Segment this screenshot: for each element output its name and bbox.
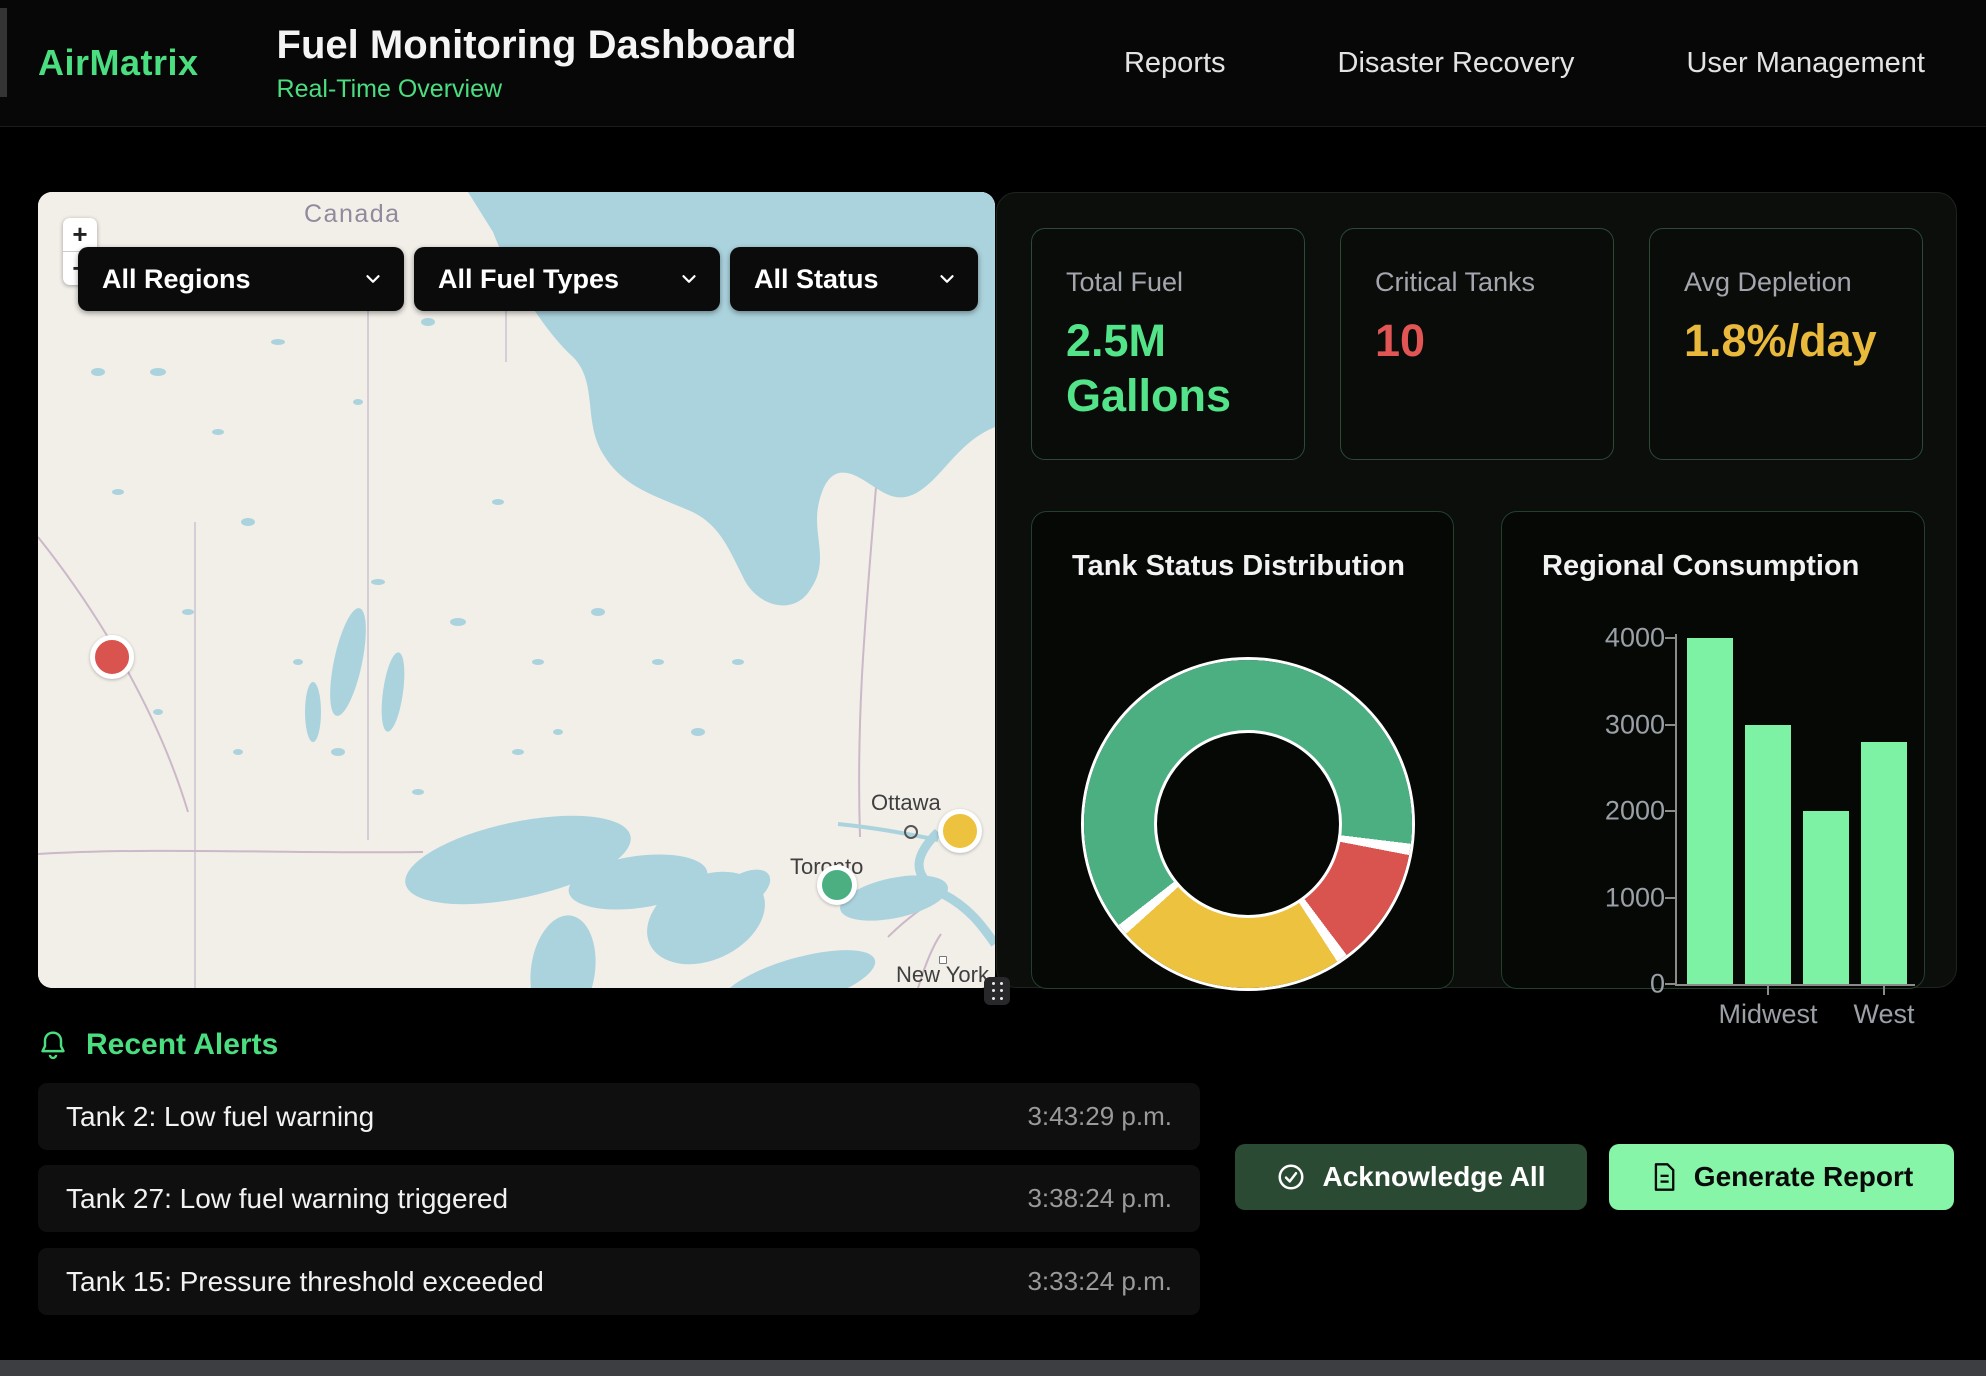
alert-text: Tank 27: Low fuel warning triggered <box>66 1183 508 1215</box>
map-marker-normal[interactable] <box>817 865 857 905</box>
chevron-down-icon <box>936 268 958 290</box>
recent-alerts-header: Recent Alerts <box>38 1028 278 1062</box>
y-tick-label: 1000 <box>1577 882 1665 913</box>
stat-label: Avg Depletion <box>1684 267 1888 298</box>
chevron-down-icon <box>362 268 384 290</box>
town-dot <box>904 825 918 839</box>
stat-value: 1.8%/day <box>1684 314 1888 369</box>
stat-card-total-fuel: Total Fuel 2.5M Gallons <box>1031 228 1305 460</box>
y-tick-mark <box>1665 897 1676 899</box>
tank-status-donut-chart <box>1084 660 1412 988</box>
y-tick-label: 2000 <box>1577 796 1665 827</box>
donut-chart-title: Tank Status Distribution <box>1072 550 1405 583</box>
generate-report-button[interactable]: Generate Report <box>1609 1144 1954 1210</box>
chevron-down-icon <box>678 268 700 290</box>
x-tick-mark <box>1767 986 1769 995</box>
map-label-ottawa: Ottawa <box>871 790 941 816</box>
regional-consumption-bar-chart: 01000200030004000MidwestWest <box>1502 512 1924 988</box>
alert-row[interactable]: Tank 2: Low fuel warning 3:43:29 p.m. <box>38 1083 1200 1150</box>
alert-timestamp: 3:38:24 p.m. <box>1027 1183 1172 1214</box>
map-filters: All Regions All Fuel Types All Status <box>78 247 978 311</box>
y-tick-mark <box>1665 810 1676 812</box>
page-title: Fuel Monitoring Dashboard <box>277 23 797 68</box>
map-label-new-york: New York <box>896 962 989 988</box>
nav-disaster-recovery[interactable]: Disaster Recovery <box>1338 47 1575 80</box>
map-marker-critical[interactable] <box>90 635 134 679</box>
main-nav: Reports Disaster Recovery User Management <box>1124 47 1925 80</box>
nav-reports[interactable]: Reports <box>1124 47 1226 80</box>
alert-row[interactable]: Tank 15: Pressure threshold exceeded 3:33… <box>38 1248 1200 1315</box>
stat-card-avg-depletion: Avg Depletion 1.8%/day <box>1649 228 1923 460</box>
page-subtitle: Real-Time Overview <box>277 75 797 104</box>
regional-consumption-panel: Regional Consumption 01000200030004000Mi… <box>1501 511 1925 989</box>
filter-all-regions[interactable]: All Regions <box>78 247 404 311</box>
app-header: AirMatrix Fuel Monitoring Dashboard Real… <box>0 0 1986 127</box>
report-file-icon <box>1650 1162 1678 1192</box>
acknowledge-all-button[interactable]: Acknowledge All <box>1235 1144 1587 1210</box>
y-tick-mark <box>1665 983 1676 985</box>
stat-label: Total Fuel <box>1066 267 1270 298</box>
filter-label: All Status <box>754 264 879 295</box>
y-tick-label: 4000 <box>1577 623 1665 654</box>
y-tick-label: 3000 <box>1577 709 1665 740</box>
brand-logo: AirMatrix <box>38 42 199 84</box>
filter-label: All Fuel Types <box>438 264 619 295</box>
alert-timestamp: 3:43:29 p.m. <box>1027 1101 1172 1132</box>
stat-label: Critical Tanks <box>1375 267 1579 298</box>
alert-text: Tank 2: Low fuel warning <box>66 1101 374 1133</box>
bottom-scrollbar-strip[interactable] <box>0 1360 1986 1376</box>
y-tick-label: 0 <box>1577 969 1665 1000</box>
x-axis-line <box>1675 984 1915 986</box>
bar-west <box>1861 742 1907 984</box>
bar-region-3 <box>1803 811 1849 984</box>
generate-report-label: Generate Report <box>1694 1161 1913 1193</box>
bar-midwest <box>1745 725 1791 985</box>
nav-user-management[interactable]: User Management <box>1686 47 1925 80</box>
alert-timestamp: 3:33:24 p.m. <box>1027 1266 1172 1297</box>
map[interactable]: CanadaOttawaTorontoNew York + − All Regi… <box>38 192 995 988</box>
filter-all-status[interactable]: All Status <box>730 247 978 311</box>
stat-value: 2.5M Gallons <box>1066 314 1270 424</box>
filter-all-fuel-types[interactable]: All Fuel Types <box>414 247 720 311</box>
map-marker-warning[interactable] <box>938 809 982 853</box>
check-circle-icon <box>1276 1162 1306 1192</box>
window-edge-artifact <box>0 8 7 97</box>
x-tick-label-west: West <box>1804 999 1964 1030</box>
filter-label: All Regions <box>102 264 251 295</box>
acknowledge-all-label: Acknowledge All <box>1322 1161 1545 1193</box>
town-dot <box>939 956 947 964</box>
recent-alerts-title: Recent Alerts <box>86 1028 278 1062</box>
stat-value: 10 <box>1375 314 1579 369</box>
y-tick-mark <box>1665 637 1676 639</box>
bell-icon <box>38 1029 68 1061</box>
title-block: Fuel Monitoring Dashboard Real-Time Over… <box>277 23 797 104</box>
tank-status-panel: Tank Status Distribution <box>1031 511 1454 989</box>
y-tick-mark <box>1665 724 1676 726</box>
metrics-panel: Total Fuel 2.5M Gallons Critical Tanks 10 Av… <box>996 192 1957 988</box>
alert-row[interactable]: Tank 27: Low fuel warning triggered 3:38:… <box>38 1165 1200 1232</box>
bar-region-1 <box>1687 638 1733 984</box>
stat-card-critical-tanks: Critical Tanks 10 <box>1340 228 1614 460</box>
x-tick-mark <box>1883 986 1885 995</box>
alert-text: Tank 15: Pressure threshold exceeded <box>66 1266 544 1298</box>
donut-hole <box>1154 730 1342 918</box>
resize-grip[interactable] <box>984 977 1010 1005</box>
map-label-canada: Canada <box>304 200 401 229</box>
